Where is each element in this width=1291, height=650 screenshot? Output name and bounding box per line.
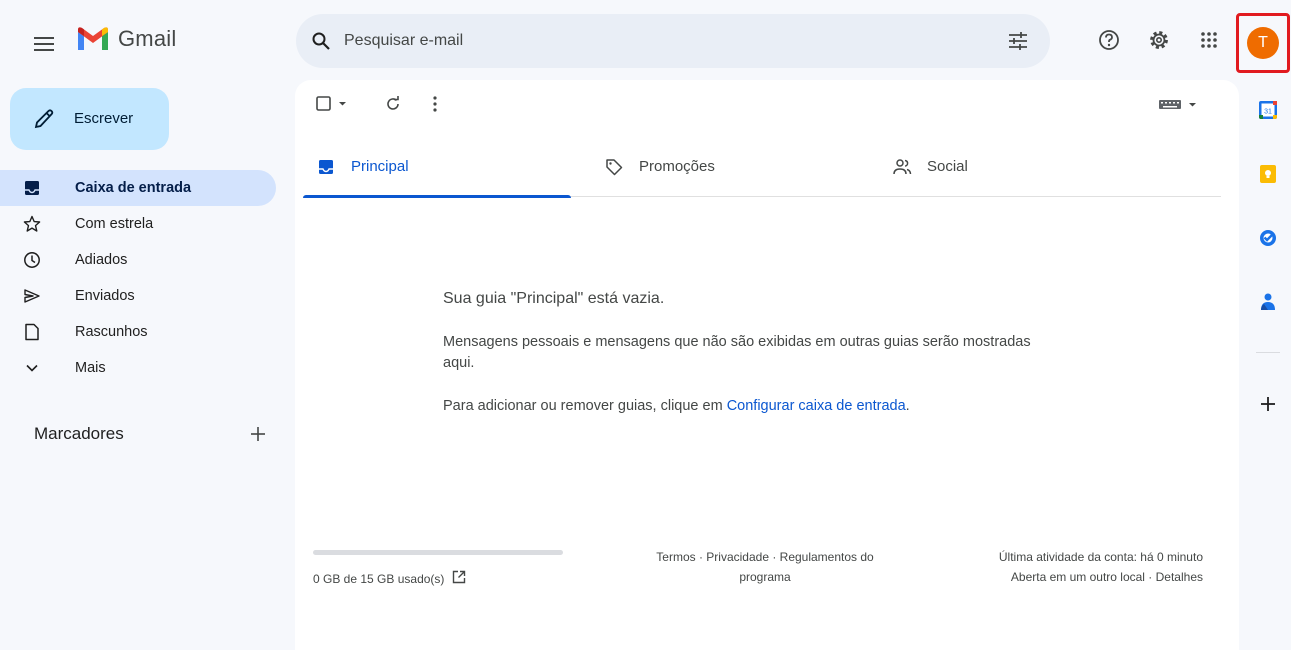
open-in-new-icon[interactable] — [452, 570, 466, 587]
sidebar-item-label: Com estrela — [75, 216, 154, 232]
labels-header: Marcadores — [34, 420, 274, 450]
tag-icon — [603, 156, 625, 178]
more-options-button[interactable] — [423, 92, 447, 116]
search-bar — [296, 14, 1050, 68]
search-options-icon[interactable] — [1006, 29, 1030, 53]
side-panel: 31 — [1240, 80, 1291, 650]
tab-social[interactable]: Social — [879, 137, 1147, 197]
send-icon — [22, 286, 42, 306]
gmail-logo[interactable]: Gmail — [76, 26, 176, 52]
main-menu-button[interactable] — [24, 24, 64, 64]
empty-state-description: Mensagens pessoais e mensagens que não s… — [443, 334, 1031, 371]
tab-label: Principal — [351, 158, 409, 175]
sidebar-item-label: Adiados — [75, 252, 128, 268]
storage-usage-bar[interactable] — [313, 550, 563, 555]
sidebar-item-snoozed[interactable]: Adiados — [0, 242, 276, 278]
gmail-m-icon — [78, 27, 108, 50]
tab-label: Social — [927, 158, 968, 175]
storage-usage: 0 GB de 15 GB usado(s) — [313, 570, 466, 587]
hamburger-menu-icon — [34, 37, 54, 51]
chevron-down-icon — [22, 358, 42, 378]
tab-label: Promoções — [639, 158, 715, 175]
refresh-icon — [387, 96, 399, 110]
contacts-icon[interactable] — [1257, 291, 1279, 313]
empty-state-hint: Para adicionar ou remover guias, clique … — [443, 398, 910, 414]
tasks-icon[interactable] — [1257, 227, 1279, 249]
configure-inbox-link[interactable]: Configurar caixa de entrada — [727, 398, 906, 414]
hint-text: Para adicionar ou remover guias, clique … — [443, 398, 727, 414]
calendar-icon[interactable]: 31 — [1257, 99, 1279, 121]
pencil-icon — [34, 109, 54, 129]
search-input[interactable] — [344, 14, 964, 68]
sidebar-item-inbox[interactable]: Caixa de entrada — [0, 170, 276, 206]
app-name: Gmail — [118, 26, 177, 51]
clock-icon — [22, 250, 42, 270]
input-tools-button[interactable] — [1157, 92, 1201, 116]
add-label-button[interactable] — [246, 422, 270, 446]
inbox-icon — [315, 156, 337, 178]
sidebar-item-drafts[interactable]: Rascunhos — [0, 314, 276, 350]
empty-state-title: Sua guia "Principal" está vazia. — [443, 290, 665, 307]
sidebar-nav: Caixa de entrada Com estrela Adiados Env… — [0, 170, 276, 386]
svg-text:31: 31 — [1264, 109, 1272, 116]
hint-suffix: . — [905, 398, 910, 414]
activity-details-link[interactable]: Aberta em um outro local · Detalhes — [999, 567, 1203, 587]
main-panel: Principal Promoções Social Sua guia "Pri… — [295, 80, 1239, 650]
last-activity-text: Última atividade da conta: há 0 minuto — [998, 550, 1203, 564]
account-activity: Última atividade da conta: há 0 minuto A… — [999, 547, 1203, 587]
sidebar-item-label: Enviados — [75, 288, 135, 304]
refresh-button[interactable] — [381, 92, 405, 116]
sidebar-item-starred[interactable]: Com estrela — [0, 206, 276, 242]
tab-promocoes[interactable]: Promoções — [591, 137, 859, 197]
compose-label: Escrever — [74, 110, 134, 127]
sidebar-item-more[interactable]: Mais — [0, 350, 276, 386]
checkbox-dropdown-icon — [316, 96, 346, 111]
account-button[interactable]: T — [1236, 13, 1290, 73]
keep-icon[interactable] — [1257, 163, 1279, 185]
people-icon — [891, 156, 913, 178]
avatar: T — [1247, 27, 1279, 59]
settings-gear-icon[interactable] — [1147, 28, 1171, 52]
get-addons-icon[interactable] — [1257, 393, 1279, 415]
sidebar-item-label: Mais — [75, 360, 106, 376]
labels-title: Marcadores — [34, 424, 124, 443]
draft-icon — [22, 322, 42, 342]
sidebar-item-label: Rascunhos — [75, 324, 148, 340]
google-apps-icon[interactable] — [1197, 28, 1221, 52]
help-icon[interactable] — [1097, 28, 1121, 52]
keyboard-icon — [1159, 100, 1196, 109]
more-vert-icon — [433, 96, 437, 112]
active-tab-indicator — [303, 195, 571, 198]
side-panel-divider — [1256, 352, 1280, 353]
tab-principal[interactable]: Principal — [303, 137, 571, 198]
plus-icon — [251, 427, 265, 441]
inbox-icon — [22, 178, 42, 198]
storage-usage-text: 0 GB de 15 GB usado(s) — [313, 571, 445, 586]
top-bar: Gmail T — [0, 0, 1291, 80]
sidebar-item-sent[interactable]: Enviados — [0, 278, 276, 314]
search-icon[interactable] — [308, 28, 334, 54]
message-toolbar — [295, 80, 1239, 128]
sidebar-item-label: Caixa de entrada — [75, 180, 192, 196]
footer-links-line2: programa — [739, 570, 791, 584]
compose-button[interactable]: Escrever — [10, 88, 169, 150]
star-icon — [22, 214, 42, 234]
footer-links-line1: Termos · Privacidade · Regulamentos do — [656, 550, 874, 564]
category-tabs: Principal Promoções Social — [303, 137, 1221, 198]
select-checkbox[interactable] — [315, 92, 351, 116]
footer-links[interactable]: Termos · Privacidade · Regulamentos do p… — [615, 547, 915, 587]
